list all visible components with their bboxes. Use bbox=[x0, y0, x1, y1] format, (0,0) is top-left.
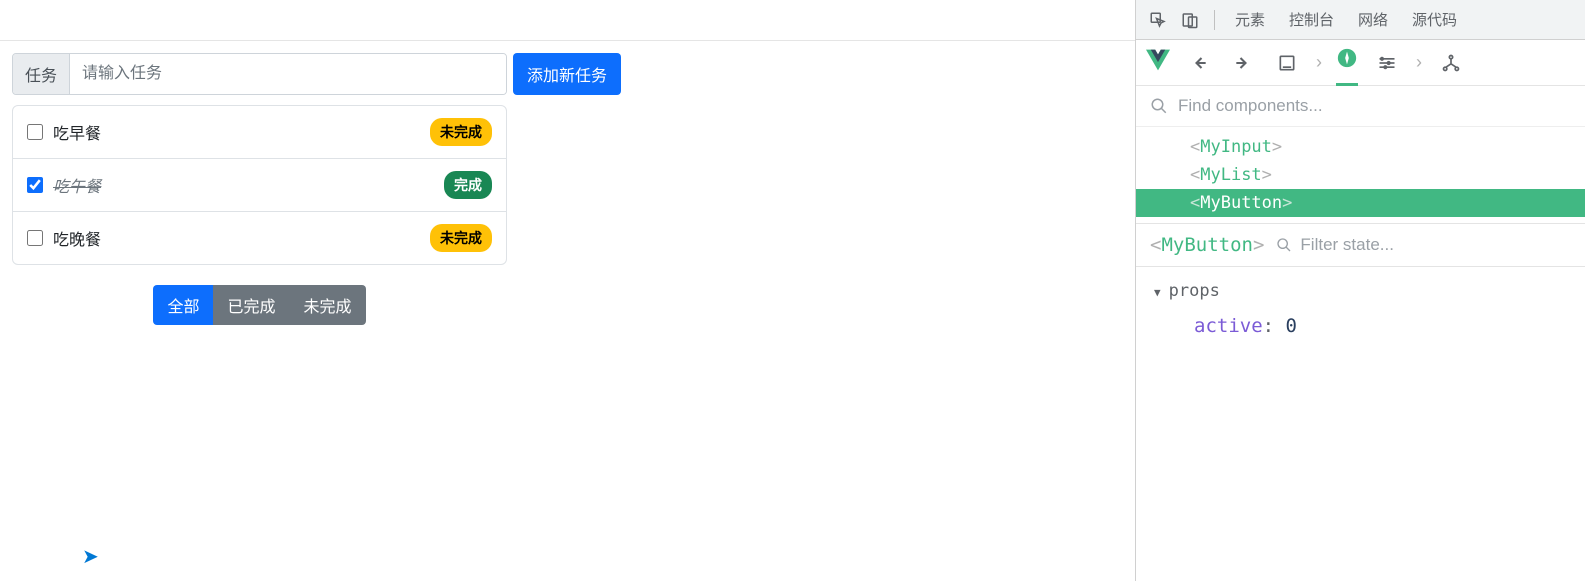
task-list: 吃早餐 未完成 吃午餐 完成 吃晚餐 未完成 bbox=[12, 105, 507, 265]
back-arrow-icon[interactable] bbox=[1184, 48, 1214, 78]
device-toggle-icon[interactable] bbox=[1176, 6, 1204, 34]
divider bbox=[1214, 10, 1215, 30]
task-input-label: 任务 bbox=[13, 54, 70, 94]
task-checkbox[interactable] bbox=[27, 177, 43, 193]
status-badge: 未完成 bbox=[430, 224, 492, 252]
chevron-right-icon: › bbox=[1416, 52, 1422, 73]
task-input-group: 任务 bbox=[12, 53, 507, 95]
task-checkbox[interactable] bbox=[27, 230, 43, 246]
vue-logo-icon bbox=[1146, 48, 1170, 77]
component-search-placeholder: Find components... bbox=[1178, 96, 1323, 116]
chevron-right-icon: › bbox=[1316, 52, 1322, 73]
tab-sources[interactable]: 源代码 bbox=[1402, 9, 1467, 30]
task-row: 吃早餐 未完成 bbox=[13, 106, 506, 159]
tree-node-mybutton[interactable]: <MyButton> bbox=[1136, 189, 1585, 217]
devtools-panel: 元素 控制台 网络 源代码 › › Find components... bbox=[1135, 0, 1585, 581]
props-section: props active: 0 bbox=[1136, 267, 1585, 351]
add-task-button[interactable]: 添加新任务 bbox=[513, 53, 621, 95]
prop-row: active: 0 bbox=[1154, 301, 1567, 337]
tree-structure-icon[interactable] bbox=[1436, 48, 1466, 78]
devtools-tab-bar: 元素 控制台 网络 源代码 bbox=[1136, 0, 1585, 40]
filter-row: 全部 已完成 未完成 bbox=[12, 285, 507, 325]
tree-node-mylist[interactable]: <MyList> bbox=[1136, 161, 1585, 189]
components-tab-icon[interactable] bbox=[1336, 40, 1358, 86]
task-row: 吃晚餐 未完成 bbox=[13, 212, 506, 264]
filter-done-button[interactable]: 已完成 bbox=[213, 285, 289, 325]
task-checkbox[interactable] bbox=[27, 124, 43, 140]
tree-node-myinput[interactable]: <MyInput> bbox=[1136, 133, 1585, 161]
props-title[interactable]: props bbox=[1154, 281, 1567, 301]
filter-all-button[interactable]: 全部 bbox=[153, 285, 213, 325]
vue-devtools-toolbar: › › bbox=[1136, 40, 1585, 86]
status-badge: 未完成 bbox=[430, 118, 492, 146]
page-icon[interactable] bbox=[1272, 48, 1302, 78]
task-input[interactable] bbox=[70, 54, 506, 94]
forward-arrow-icon[interactable] bbox=[1228, 48, 1258, 78]
component-tree: <MyInput> <MyList> <MyButton> bbox=[1136, 127, 1585, 223]
search-icon bbox=[1150, 97, 1168, 115]
selected-component-name: <MyButton> bbox=[1150, 234, 1264, 256]
state-header: <MyButton> Filter state... bbox=[1136, 223, 1585, 267]
tab-console[interactable]: 控制台 bbox=[1279, 9, 1344, 30]
inspect-icon[interactable] bbox=[1144, 6, 1172, 34]
task-text: 吃晚餐 bbox=[53, 226, 430, 250]
prop-value: 0 bbox=[1286, 315, 1297, 337]
status-badge: 完成 bbox=[444, 171, 492, 199]
filter-undone-button[interactable]: 未完成 bbox=[290, 285, 366, 325]
task-row: 吃午餐 完成 bbox=[13, 159, 506, 212]
filter-button-group: 全部 已完成 未完成 bbox=[153, 285, 365, 325]
prop-key: active bbox=[1194, 315, 1263, 337]
tab-network[interactable]: 网络 bbox=[1348, 9, 1398, 30]
filter-state-input[interactable]: Filter state... bbox=[1276, 235, 1394, 255]
timeline-icon[interactable] bbox=[1372, 48, 1402, 78]
tab-elements[interactable]: 元素 bbox=[1225, 9, 1275, 30]
search-icon bbox=[1276, 237, 1292, 253]
task-input-row: 任务 添加新任务 bbox=[12, 53, 1123, 95]
task-text: 吃午餐 bbox=[53, 173, 444, 197]
task-text: 吃早餐 bbox=[53, 120, 430, 144]
component-search[interactable]: Find components... bbox=[1136, 86, 1585, 127]
app-main: 任务 添加新任务 吃早餐 未完成 吃午餐 完成 吃晚餐 未完成 全部 已完成 未… bbox=[0, 40, 1135, 581]
